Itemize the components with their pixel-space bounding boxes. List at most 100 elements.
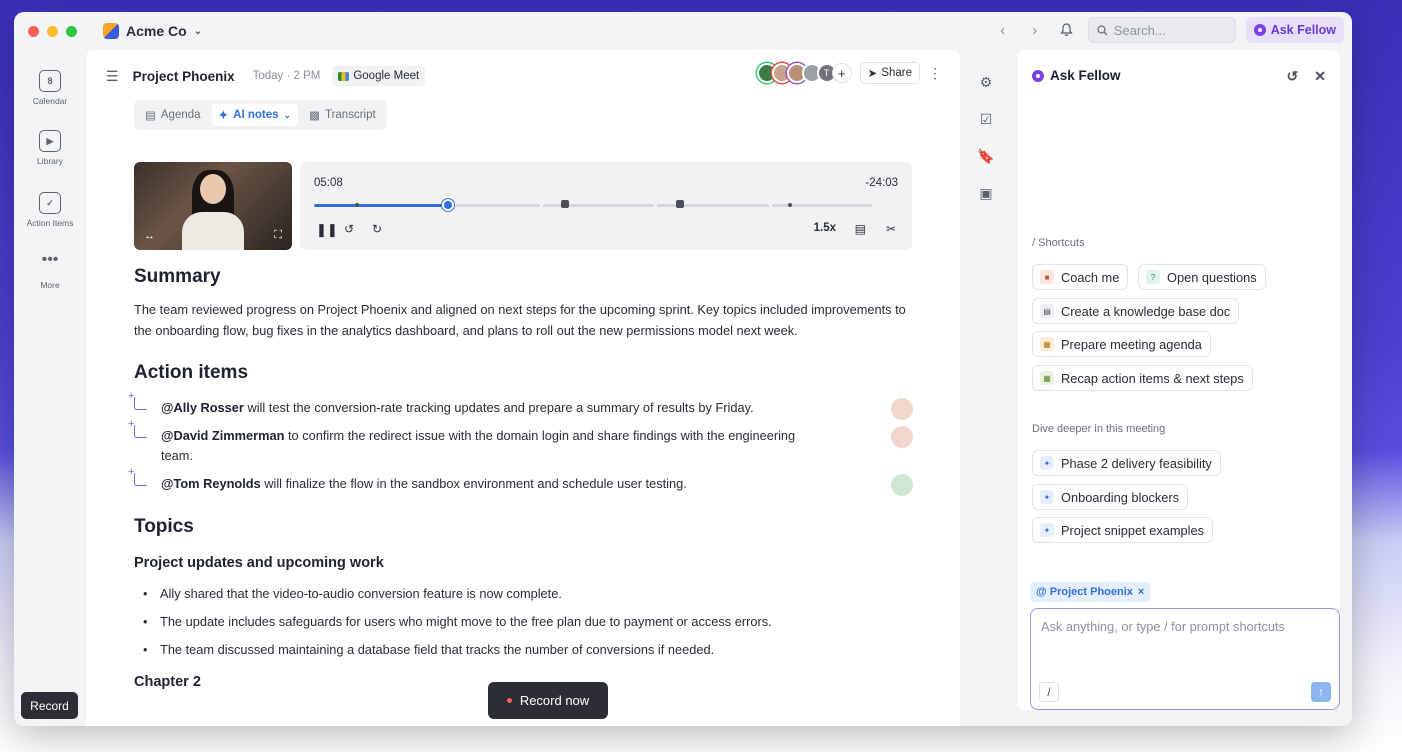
question-icon: ? [1146, 270, 1160, 284]
forward-icon[interactable]: › [1024, 19, 1046, 41]
context-chip[interactable]: @ Project Phoenix × [1030, 582, 1151, 602]
minimize-window-button[interactable] [47, 25, 58, 37]
progress-fill [314, 204, 448, 207]
ai-assistant-icon[interactable]: ⚙ [964, 64, 1008, 101]
share-button[interactable]: ➤ Share [859, 62, 920, 84]
forward-skip-icon[interactable]: ↻ [372, 222, 382, 236]
comment-icon[interactable]: ▤ [855, 222, 866, 236]
menu-icon[interactable]: ☰ [106, 68, 119, 85]
assignee-mention[interactable]: @Tom Reynolds [161, 476, 261, 491]
notes-tabs: ▤ Agenda ✦ AI notes ⌄ ▩ Transcript [134, 100, 387, 130]
ask-fellow-button[interactable]: Ask Fellow [1245, 17, 1344, 43]
tab-agenda[interactable]: ▤ Agenda [138, 104, 208, 126]
sparkle-icon: ✦ [218, 110, 229, 122]
shortcut-knowledge-base[interactable]: ▤ Create a knowledge base doc [1032, 298, 1240, 324]
rail-item-library[interactable]: ▶ Library [14, 130, 86, 166]
rail-item-calendar[interactable]: 8 Calendar [14, 70, 86, 106]
shortcut-meeting-agenda[interactable]: ▦ Prepare meeting agenda [1032, 331, 1211, 357]
checkbox-icon: ✓ [39, 192, 61, 214]
bell-icon[interactable] [1056, 19, 1078, 41]
meeting-time: Today · 2 PM [252, 70, 321, 82]
avatar [891, 426, 913, 448]
chip-label: Open questions [1167, 269, 1257, 285]
dive-item[interactable]: ✦ Project snippet examples [1032, 517, 1213, 543]
scrubber-handle[interactable] [441, 199, 454, 211]
maximize-window-button[interactable] [66, 25, 77, 37]
presentation-icon[interactable]: ▣ [964, 175, 1008, 212]
action-item[interactable]: @David Zimmerman to confirm the redirect… [128, 414, 913, 466]
dive-item[interactable]: ✦ Phase 2 delivery feasibility [1032, 450, 1221, 476]
search-icon [1097, 24, 1108, 35]
record-now-button[interactable]: Record now [488, 682, 608, 719]
workspace-switcher[interactable]: Acme Co ⌄ [103, 23, 202, 39]
coach-icon: ■ [1040, 270, 1054, 284]
pause-icon[interactable]: ❚❚ [316, 222, 338, 238]
send-icon[interactable]: ↑ [1311, 682, 1331, 702]
action-item-text: will finalize the flow in the sandbox en… [260, 476, 687, 491]
action-item[interactable]: @Ally Rosser will test the conversion-ra… [128, 386, 914, 420]
add-attendee-icon[interactable]: + [831, 63, 852, 83]
attendee-avatars[interactable]: T + [756, 63, 852, 83]
elapsed-time: 05:08 [314, 177, 343, 189]
record-now-label: Record now [519, 693, 590, 708]
chip-label: Prepare meeting agenda [1061, 336, 1202, 352]
google-meet-link[interactable]: Google Meet [332, 66, 426, 86]
rail-item-more[interactable]: ••• More [14, 251, 86, 291]
recording-thumbnail[interactable]: ↔ ⛶ [134, 162, 292, 250]
title-bar: Acme Co ⌄ ‹ › Search... Ask Fellow [14, 12, 1352, 50]
fullscreen-icon[interactable]: ⛶ [274, 229, 282, 242]
notes-body: Summary The team reviewed progress on Pr… [128, 266, 914, 690]
record-button[interactable]: Record [21, 692, 78, 719]
history-icon[interactable]: ↺ [1287, 68, 1299, 85]
search-input[interactable]: Search... [1087, 17, 1236, 43]
shortcuts-button[interactable]: / [1039, 682, 1059, 702]
comment-marker-icon[interactable] [675, 200, 684, 208]
playback-scrubber[interactable] [314, 199, 872, 211]
side-tools: ⚙ ☑ 🔖 ▣ [964, 64, 1008, 212]
tab-ai-notes[interactable]: ✦ AI notes ⌄ [211, 104, 299, 126]
remove-context-icon[interactable]: × [1138, 586, 1144, 598]
action-item[interactable]: @Tom Reynolds will finalize the flow in … [128, 462, 914, 496]
app-window: Acme Co ⌄ ‹ › Search... Ask Fellow 8 Cal… [14, 12, 1352, 726]
action-items-list: @Ally Rosser will test the conversion-ra… [128, 386, 914, 496]
share-label: Share [881, 67, 912, 79]
tab-transcript[interactable]: ▩ Transcript [302, 104, 383, 126]
assignee-mention[interactable]: @Ally Rosser [161, 400, 244, 415]
close-icon[interactable]: ✕ [1314, 68, 1326, 85]
bookmark-icon[interactable]: 🔖 [964, 138, 1008, 175]
shortcut-open-questions[interactable]: ? Open questions [1138, 264, 1266, 290]
calendar-icon: 8 [39, 70, 61, 92]
more-icon: ••• [41, 251, 59, 268]
expand-width-icon[interactable]: ↔ [144, 230, 155, 242]
shortcut-recap[interactable]: ▦ Recap action items & next steps [1032, 365, 1253, 391]
rail-item-action-items[interactable]: ✓ Action Items [14, 192, 86, 228]
sparkle-icon: ✦ [1040, 490, 1054, 504]
transcript-icon: ▩ [309, 110, 320, 122]
dive-item[interactable]: ✦ Onboarding blockers [1032, 484, 1189, 510]
left-rail: 8 Calendar ▶ Library ✓ Action Items ••• … [14, 50, 86, 726]
chip-label: Recap action items & next steps [1061, 370, 1244, 386]
rewind-icon[interactable]: ↺ [344, 222, 354, 236]
checklist-icon[interactable]: ☑ [964, 101, 1008, 138]
topic-bullets: Ally shared that the video-to-audio conv… [134, 584, 914, 660]
tab-label: Transcript [324, 109, 376, 121]
close-window-button[interactable] [28, 25, 39, 37]
panel-title: Ask Fellow [1050, 68, 1121, 83]
assignee-mention[interactable]: @David Zimmerman [161, 428, 284, 443]
list-item: Ally shared that the video-to-audio conv… [134, 584, 914, 604]
scissors-icon[interactable]: ✂ [886, 222, 896, 236]
chip-label: Coach me [1061, 269, 1120, 285]
comment-marker-icon[interactable] [560, 200, 569, 208]
shortcut-coach-me[interactable]: ■ Coach me [1032, 264, 1129, 290]
ask-input[interactable] [1041, 619, 1331, 634]
playback-speed[interactable]: 1.5x [814, 222, 836, 234]
back-icon[interactable]: ‹ [992, 19, 1014, 41]
context-chip-label: @ Project Phoenix [1036, 586, 1133, 598]
send-icon: ➤ [867, 68, 878, 80]
more-options-icon[interactable]: ⋮ [928, 65, 942, 82]
agenda-icon: ▤ [145, 110, 156, 122]
fellow-logo-icon [1032, 69, 1044, 82]
titlebar-actions: ‹ › Search... Ask Fellow [992, 17, 1344, 43]
record-dot-icon [506, 698, 512, 703]
remaining-time: -24:03 [865, 177, 898, 189]
